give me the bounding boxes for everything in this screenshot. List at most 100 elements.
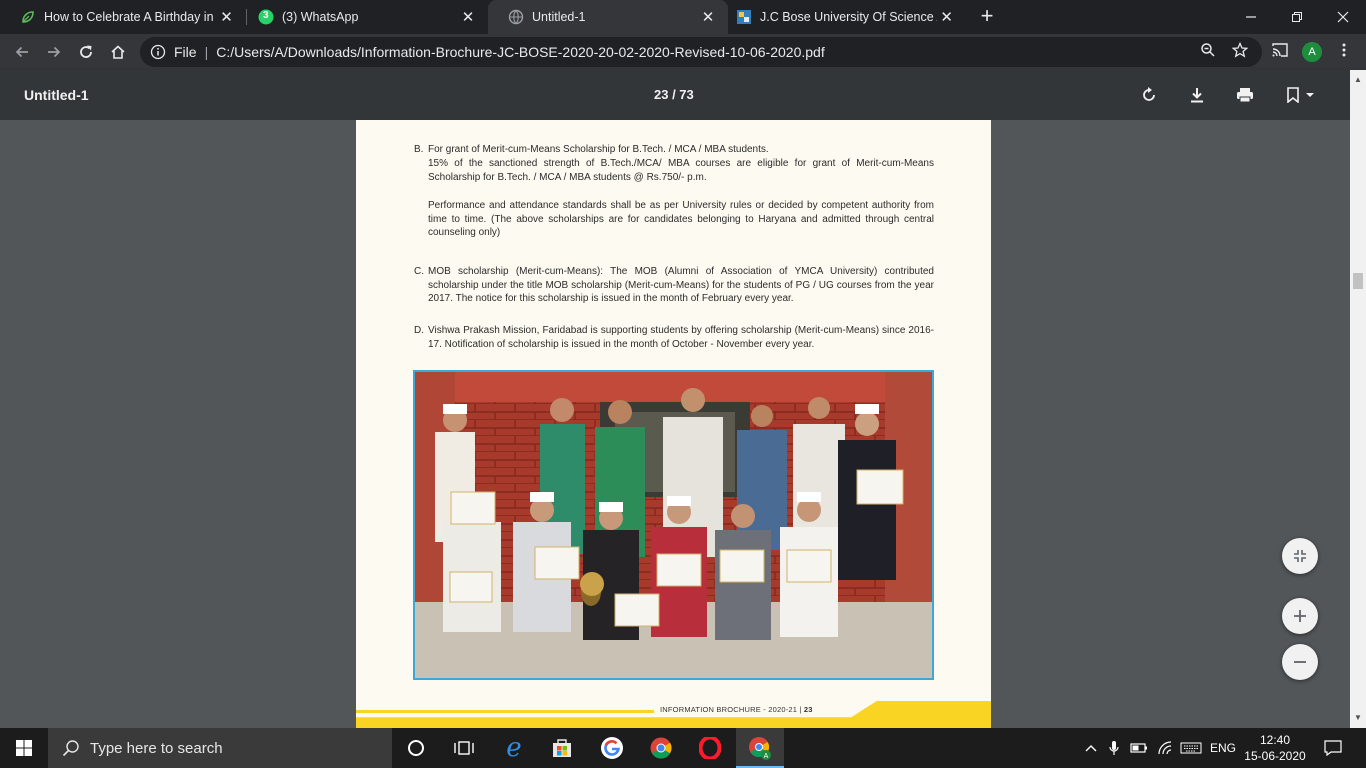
profile-avatar[interactable]: A [1302, 42, 1322, 62]
store-button[interactable] [538, 728, 586, 768]
pdf-viewer[interactable]: B. For grant of Merit-cum-Means Scholars… [0, 120, 1350, 728]
zoom-in-button[interactable] [1282, 598, 1318, 634]
chrome-profile-icon: A [749, 737, 771, 760]
paragraph-text: Performance and attendance standards sha… [428, 200, 934, 238]
action-center-button[interactable] [1318, 728, 1348, 768]
scroll-up-icon[interactable]: ▲ [1354, 76, 1362, 84]
show-hidden-icons[interactable] [1080, 728, 1102, 768]
language-indicator[interactable]: ENG [1206, 728, 1240, 768]
paragraph-text: Vishwa Prakash Mission, Faridabad is sup… [428, 325, 934, 350]
back-button[interactable] [8, 38, 36, 66]
url-text[interactable]: C:/Users/A/Downloads/Information-Brochur… [216, 44, 825, 60]
menu-icon[interactable] [1334, 40, 1354, 60]
search-icon [62, 740, 79, 757]
windows-taskbar: Type here to search e A ENG 12:40 15-06-… [0, 728, 1366, 768]
microphone-tray[interactable] [1104, 728, 1124, 768]
footer-page-number: 23 [803, 705, 813, 714]
fit-to-page-button[interactable] [1282, 538, 1318, 574]
battery-icon [1130, 743, 1147, 753]
keyboard-icon [1180, 742, 1202, 754]
arrow-left-icon [15, 46, 28, 58]
task-view-button[interactable] [440, 728, 488, 768]
address-bar[interactable]: File | C:/Users/A/Downloads/Information-… [140, 37, 1262, 67]
fit-icon [1294, 550, 1306, 562]
bookmark-star-icon[interactable] [1230, 40, 1250, 60]
paragraph-b-note: Performance and attendance standards sha… [414, 199, 934, 240]
cortana-button[interactable] [392, 728, 440, 768]
tab-whatsapp[interactable]: 3 (3) WhatsApp ✕ [238, 0, 488, 34]
pdf-toolbar: Untitled-1 23 / 73 [0, 70, 1366, 120]
list-letter: B. [414, 144, 424, 155]
tab-title: J.C Bose University Of Science Ar [760, 10, 938, 24]
opera-icon [699, 737, 721, 759]
zoom-search-icon[interactable] [1198, 40, 1218, 60]
page-indicator[interactable]: 23 / 73 [654, 87, 694, 102]
store-icon [553, 739, 571, 757]
keyboard-tray[interactable] [1178, 728, 1204, 768]
minimize-icon [1246, 16, 1256, 18]
home-button[interactable] [104, 38, 132, 66]
taskbar-clock[interactable]: 12:40 15-06-2020 [1240, 732, 1310, 764]
print-icon[interactable] [1233, 83, 1257, 107]
close-window-button[interactable] [1320, 0, 1366, 34]
tab-birthday[interactable]: How to Celebrate A Birthday in C ✕ [0, 0, 246, 34]
tab-untitled[interactable]: Untitled-1 ✕ [488, 0, 728, 34]
close-tab-icon[interactable]: ✕ [698, 7, 718, 27]
clock-time: 12:40 [1259, 733, 1291, 747]
forward-button[interactable] [40, 38, 68, 66]
cortana-icon [408, 740, 424, 756]
close-tab-icon[interactable]: ✕ [937, 7, 956, 27]
tab-title: How to Celebrate A Birthday in C [44, 10, 217, 24]
search-placeholder: Type here to search [90, 739, 223, 757]
google-icon [601, 737, 623, 759]
minimize-button[interactable] [1228, 0, 1274, 34]
scroll-down-icon[interactable]: ▼ [1354, 714, 1362, 722]
plus-icon [1294, 610, 1306, 622]
document-title: Untitled-1 [24, 87, 89, 103]
chrome-button[interactable] [637, 728, 685, 768]
home-icon [111, 45, 125, 59]
cast-icon[interactable] [1270, 40, 1290, 60]
opera-button[interactable] [686, 728, 734, 768]
info-icon[interactable] [150, 44, 166, 60]
task-view-icon [454, 741, 474, 755]
paragraph-d: D. Vishwa Prakash Mission, Faridabad is … [414, 324, 934, 351]
restore-button[interactable] [1274, 0, 1320, 34]
close-tab-icon[interactable]: ✕ [458, 7, 478, 27]
new-tab-button[interactable]: + [975, 5, 999, 29]
paragraph-text: For grant of Merit-cum-Means Scholarship… [428, 144, 769, 155]
group-photo [413, 370, 934, 680]
download-icon[interactable] [1185, 83, 1209, 107]
chrome-profile-button[interactable]: A [736, 728, 784, 768]
taskbar-search[interactable]: Type here to search [48, 728, 392, 768]
scrollbar-thumb[interactable] [1353, 273, 1363, 289]
wifi-icon [1158, 741, 1172, 755]
battery-tray[interactable] [1128, 728, 1150, 768]
close-tab-icon[interactable]: ✕ [217, 7, 236, 27]
rotate-icon[interactable] [1137, 83, 1161, 107]
chevron-up-icon [1085, 745, 1097, 752]
tab-jcbose[interactable]: J.C Bose University Of Science Ar ✕ [716, 0, 966, 34]
minus-icon [1294, 661, 1306, 663]
arrow-right-icon [48, 46, 61, 58]
close-icon [1337, 11, 1349, 23]
reload-button[interactable] [72, 38, 100, 66]
google-button[interactable] [588, 728, 636, 768]
start-button[interactable] [0, 728, 48, 768]
paragraph-b-detail: 15% of the sanctioned strength of B.Tech… [414, 157, 934, 184]
reload-icon [80, 45, 92, 58]
edge-button[interactable]: e [490, 728, 538, 768]
chrome-icon [650, 737, 672, 759]
svg-text:A: A [764, 753, 769, 760]
browser-toolbar: File | C:/Users/A/Downloads/Information-… [0, 34, 1366, 70]
vertical-scrollbar[interactable]: ▲ ▼ [1350, 70, 1366, 728]
leaf-icon [20, 9, 36, 25]
wifi-tray[interactable] [1154, 728, 1176, 768]
paragraph-text: MOB scholarship (Merit-cum-Means): The M… [428, 266, 934, 304]
bookmark-menu-icon[interactable] [1281, 83, 1321, 107]
group-photo-illustration [415, 372, 932, 678]
page-footer: INFORMATION BROCHURE - 2020-21 | 23 [356, 696, 991, 728]
zoom-out-button[interactable] [1282, 644, 1318, 680]
paragraph-c: C. MOB scholarship (Merit-cum-Means): Th… [414, 265, 934, 306]
list-letter: D. [414, 325, 424, 336]
